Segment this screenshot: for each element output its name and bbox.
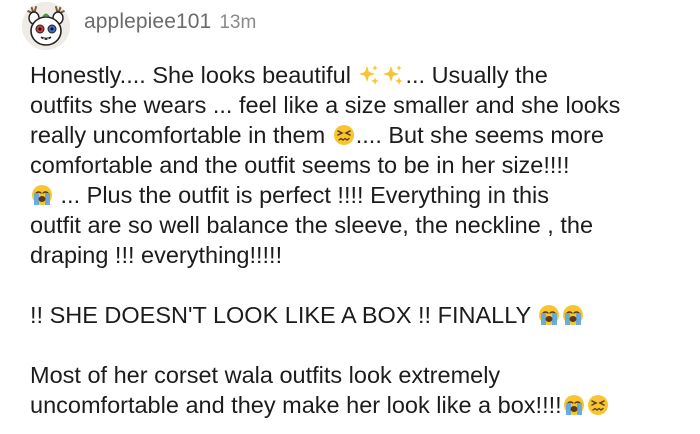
comment-paragraph: Honestly.... She looks beautiful ... Usu… xyxy=(30,60,690,270)
comment-text: draping !!! everything!!!!! xyxy=(30,242,283,268)
comment-paragraph: !! SHE DOESN'T LOOK LIKE A BOX !! FINALL… xyxy=(30,300,690,330)
comment-text: outfit are so well balance the sleeve, t… xyxy=(30,212,594,238)
persevering-emoji-icon xyxy=(587,394,609,416)
comment-line: draping !!! everything!!!!! xyxy=(30,240,690,270)
comment-line: Honestly.... She looks beautiful ... Usu… xyxy=(30,60,690,90)
sparkles-emoji-icon xyxy=(382,64,404,86)
comment-text: Honestly.... She looks beautiful xyxy=(30,62,358,88)
crying-emoji-icon xyxy=(31,184,53,206)
comment-meta: applepiee101 13m xyxy=(84,10,256,34)
comment-line: really uncomfortable in them .... But sh… xyxy=(30,120,690,150)
comment-body: Honestly.... She looks beautiful ... Usu… xyxy=(30,60,690,420)
comment: applepiee101 13m Honestly.... She looks … xyxy=(0,0,700,434)
comment-text: comfortable and the outfit seems to be i… xyxy=(30,152,570,178)
persevering-emoji-icon xyxy=(333,124,355,146)
timestamp: 13m xyxy=(219,12,257,33)
comment-line: !! SHE DOESN'T LOOK LIKE A BOX !! FINALL… xyxy=(30,300,690,330)
sparkles-emoji-icon xyxy=(358,64,380,86)
comment-header: applepiee101 13m xyxy=(22,2,256,50)
comment-line: outfits she wears ... feel like a size s… xyxy=(30,90,690,120)
comment-text: ... Usually the xyxy=(405,62,548,88)
comment-text: .... But she seems more xyxy=(355,122,604,148)
comment-text: Most of her corset wala outfits look ext… xyxy=(30,362,501,388)
crying-emoji-icon xyxy=(563,394,585,416)
comment-text: really uncomfortable in them xyxy=(30,122,332,148)
comment-paragraph: Most of her corset wala outfits look ext… xyxy=(30,360,690,420)
crying-emoji-icon xyxy=(538,304,560,326)
cartoon-animal-avatar-icon xyxy=(22,2,70,50)
comment-line: Most of her corset wala outfits look ext… xyxy=(30,360,690,390)
user-avatar[interactable] xyxy=(22,2,70,50)
username[interactable]: applepiee101 xyxy=(84,10,211,34)
comment-line: uncomfortable and they make her look lik… xyxy=(30,390,690,420)
comment-line: ... Plus the outfit is perfect !!!! Ever… xyxy=(30,180,690,210)
comment-text: ... Plus the outfit is perfect !!!! Ever… xyxy=(54,182,550,208)
comment-line: comfortable and the outfit seems to be i… xyxy=(30,150,690,180)
comment-line: outfit are so well balance the sleeve, t… xyxy=(30,210,690,240)
crying-emoji-icon xyxy=(562,304,584,326)
comment-text: !! SHE DOESN'T LOOK LIKE A BOX !! FINALL… xyxy=(30,302,538,328)
comment-text: outfits she wears ... feel like a size s… xyxy=(30,92,621,118)
comment-text: uncomfortable and they make her look lik… xyxy=(30,392,562,418)
